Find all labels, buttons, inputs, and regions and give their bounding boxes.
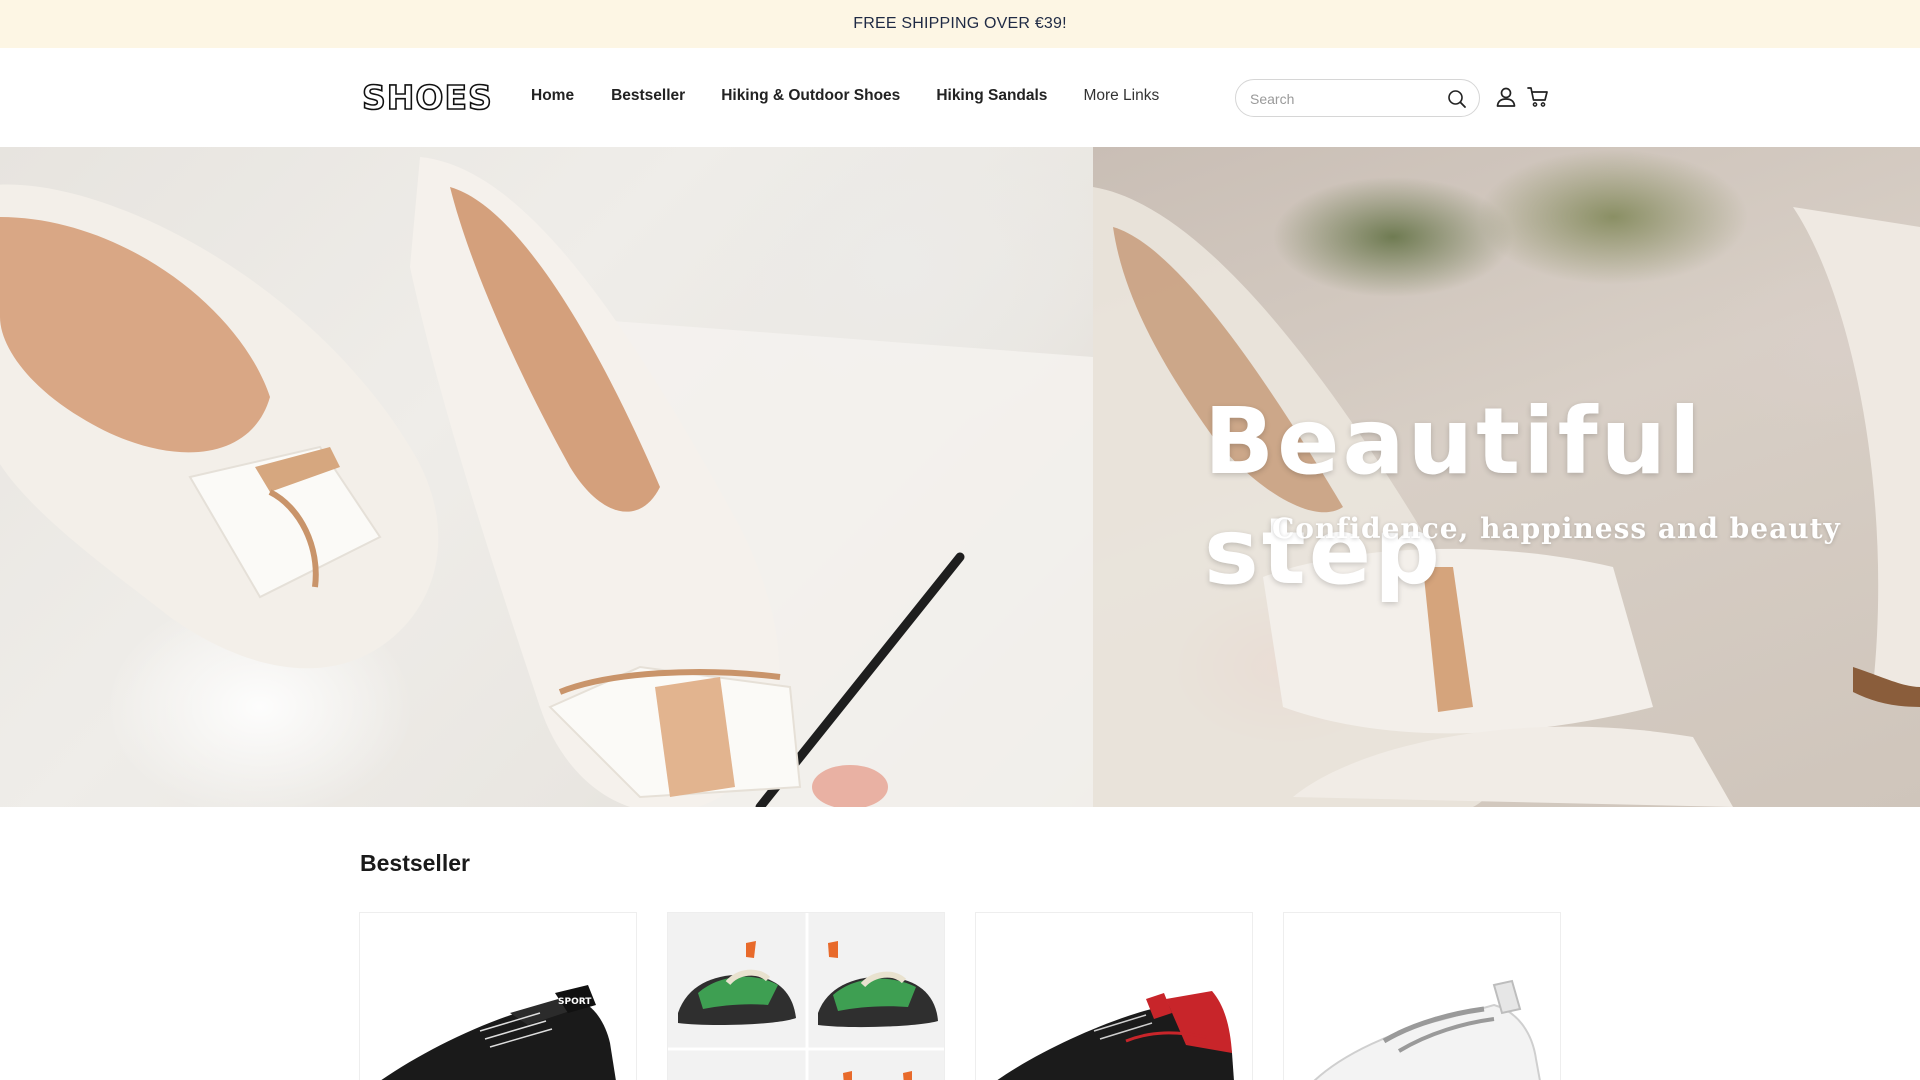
nav-hiking-outdoor-shoes[interactable]: Hiking & Outdoor Shoes xyxy=(721,86,900,106)
hero-image-left xyxy=(0,147,1093,807)
user-icon[interactable] xyxy=(1494,85,1518,109)
announcement-bar: FREE SHIPPING OVER €39! xyxy=(0,0,1920,48)
bestseller-heading: Bestseller xyxy=(360,850,470,876)
hero-subtitle: Confidence, happiness and beauty xyxy=(1272,512,1841,545)
hero-title: Beautiful step xyxy=(1204,388,1704,605)
nav-hiking-sandals[interactable]: Hiking Sandals xyxy=(936,86,1047,106)
hero-banner[interactable]: Beautiful step Confidence, happiness and… xyxy=(0,147,1920,807)
product-card[interactable] xyxy=(667,912,945,1080)
nav-bestseller[interactable]: Bestseller xyxy=(611,86,685,106)
black-red-running-shoe-image xyxy=(997,991,1234,1080)
white-lace-sneaker-image xyxy=(1313,979,1541,1080)
search-input[interactable] xyxy=(1250,89,1440,109)
nav-home[interactable]: Home xyxy=(531,86,574,106)
product-grid: SPORT xyxy=(359,912,1561,1080)
hero-shoes-illustration xyxy=(0,157,1093,807)
product-card[interactable] xyxy=(975,912,1253,1080)
svg-text:SPORT: SPORT xyxy=(558,997,592,1007)
cart-icon[interactable] xyxy=(1526,85,1550,109)
main-nav: Home Bestseller Hiking & Outdoor Shoes H… xyxy=(531,86,1159,106)
store-logo[interactable]: SHOES xyxy=(361,77,493,118)
product-card[interactable]: SPORT xyxy=(359,912,637,1080)
product-card[interactable] xyxy=(1283,912,1561,1080)
nav-more-links[interactable]: More Links xyxy=(1083,86,1159,106)
search-icon[interactable] xyxy=(1447,89,1467,109)
search-box[interactable] xyxy=(1235,79,1480,117)
green-chunky-sneaker-grid-image xyxy=(668,913,944,1080)
site-header: SHOES Home Bestseller Hiking & Outdoor S… xyxy=(0,48,1920,147)
announcement-text: FREE SHIPPING OVER €39! xyxy=(853,15,1067,32)
black-sport-sneaker-image: SPORT xyxy=(381,985,616,1080)
